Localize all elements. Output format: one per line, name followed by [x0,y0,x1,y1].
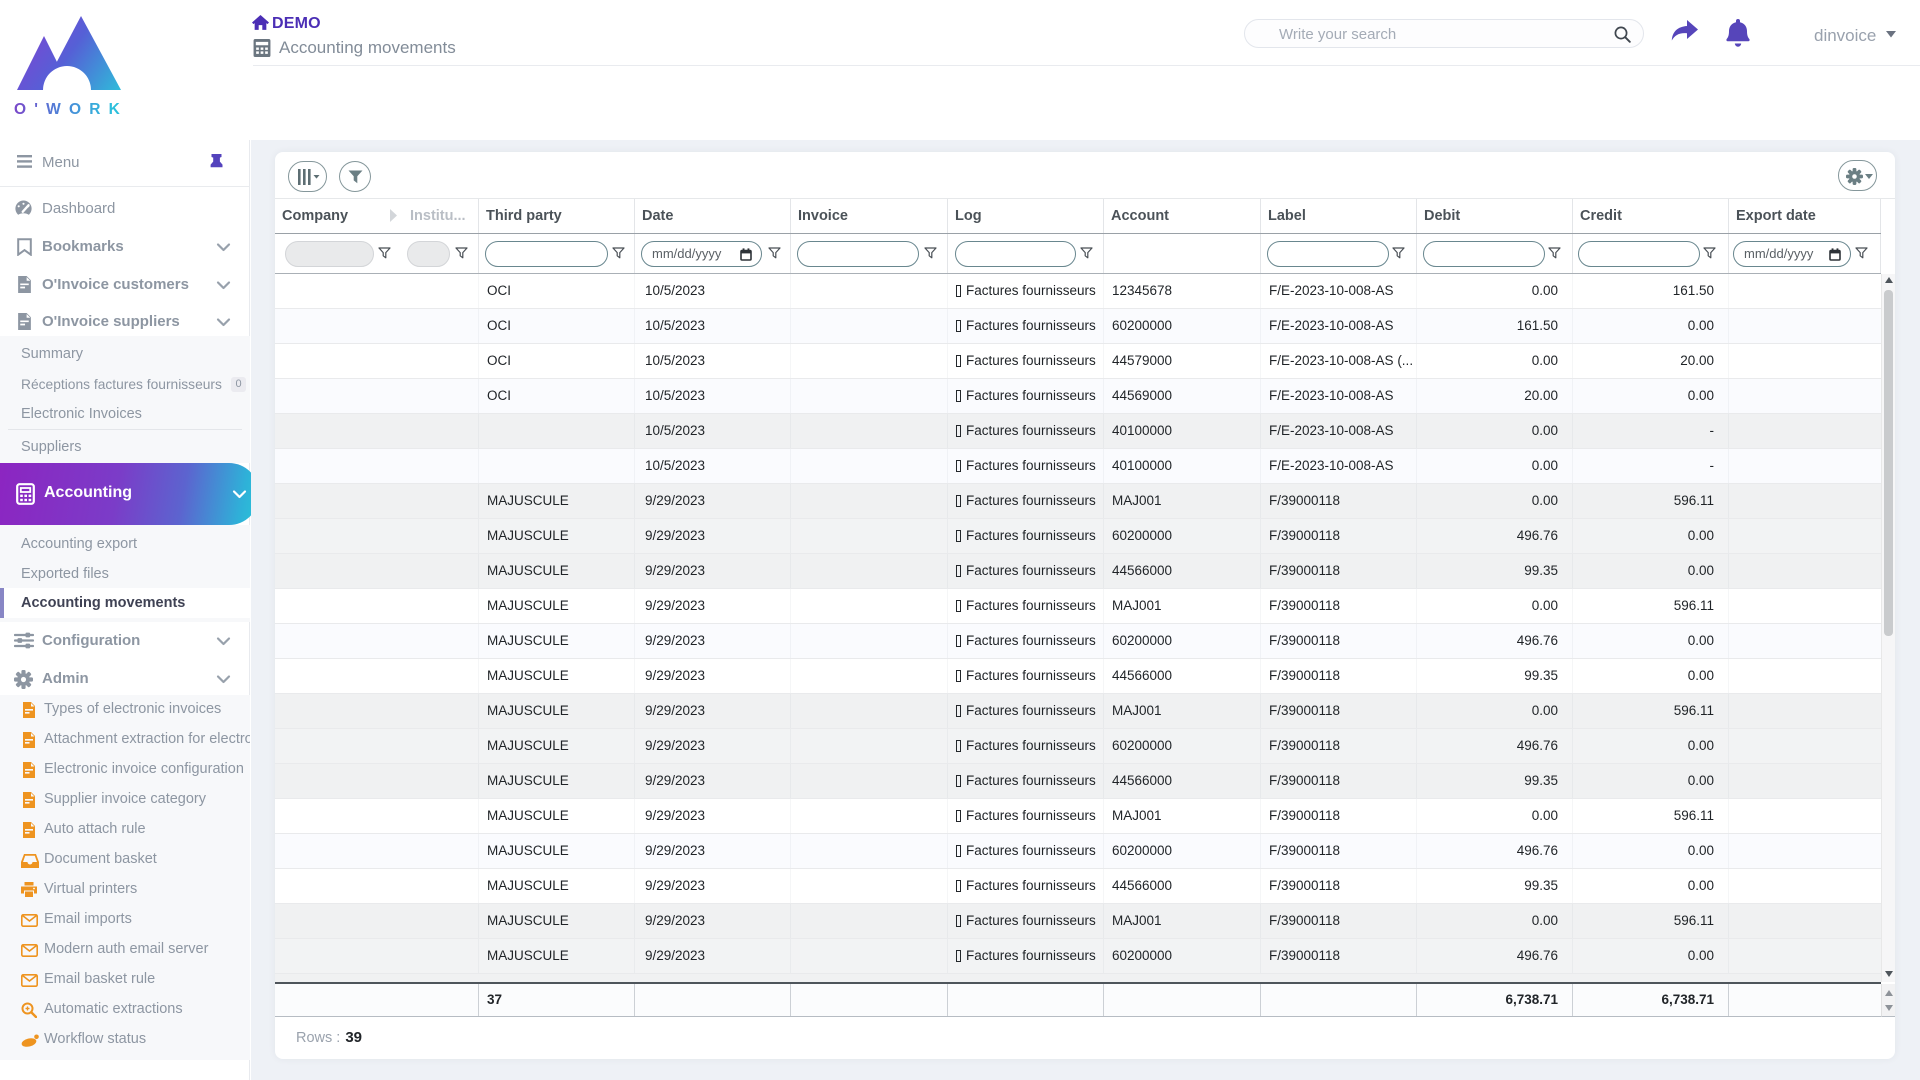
svg-text:O'WORK: O'WORK [14,101,127,117]
